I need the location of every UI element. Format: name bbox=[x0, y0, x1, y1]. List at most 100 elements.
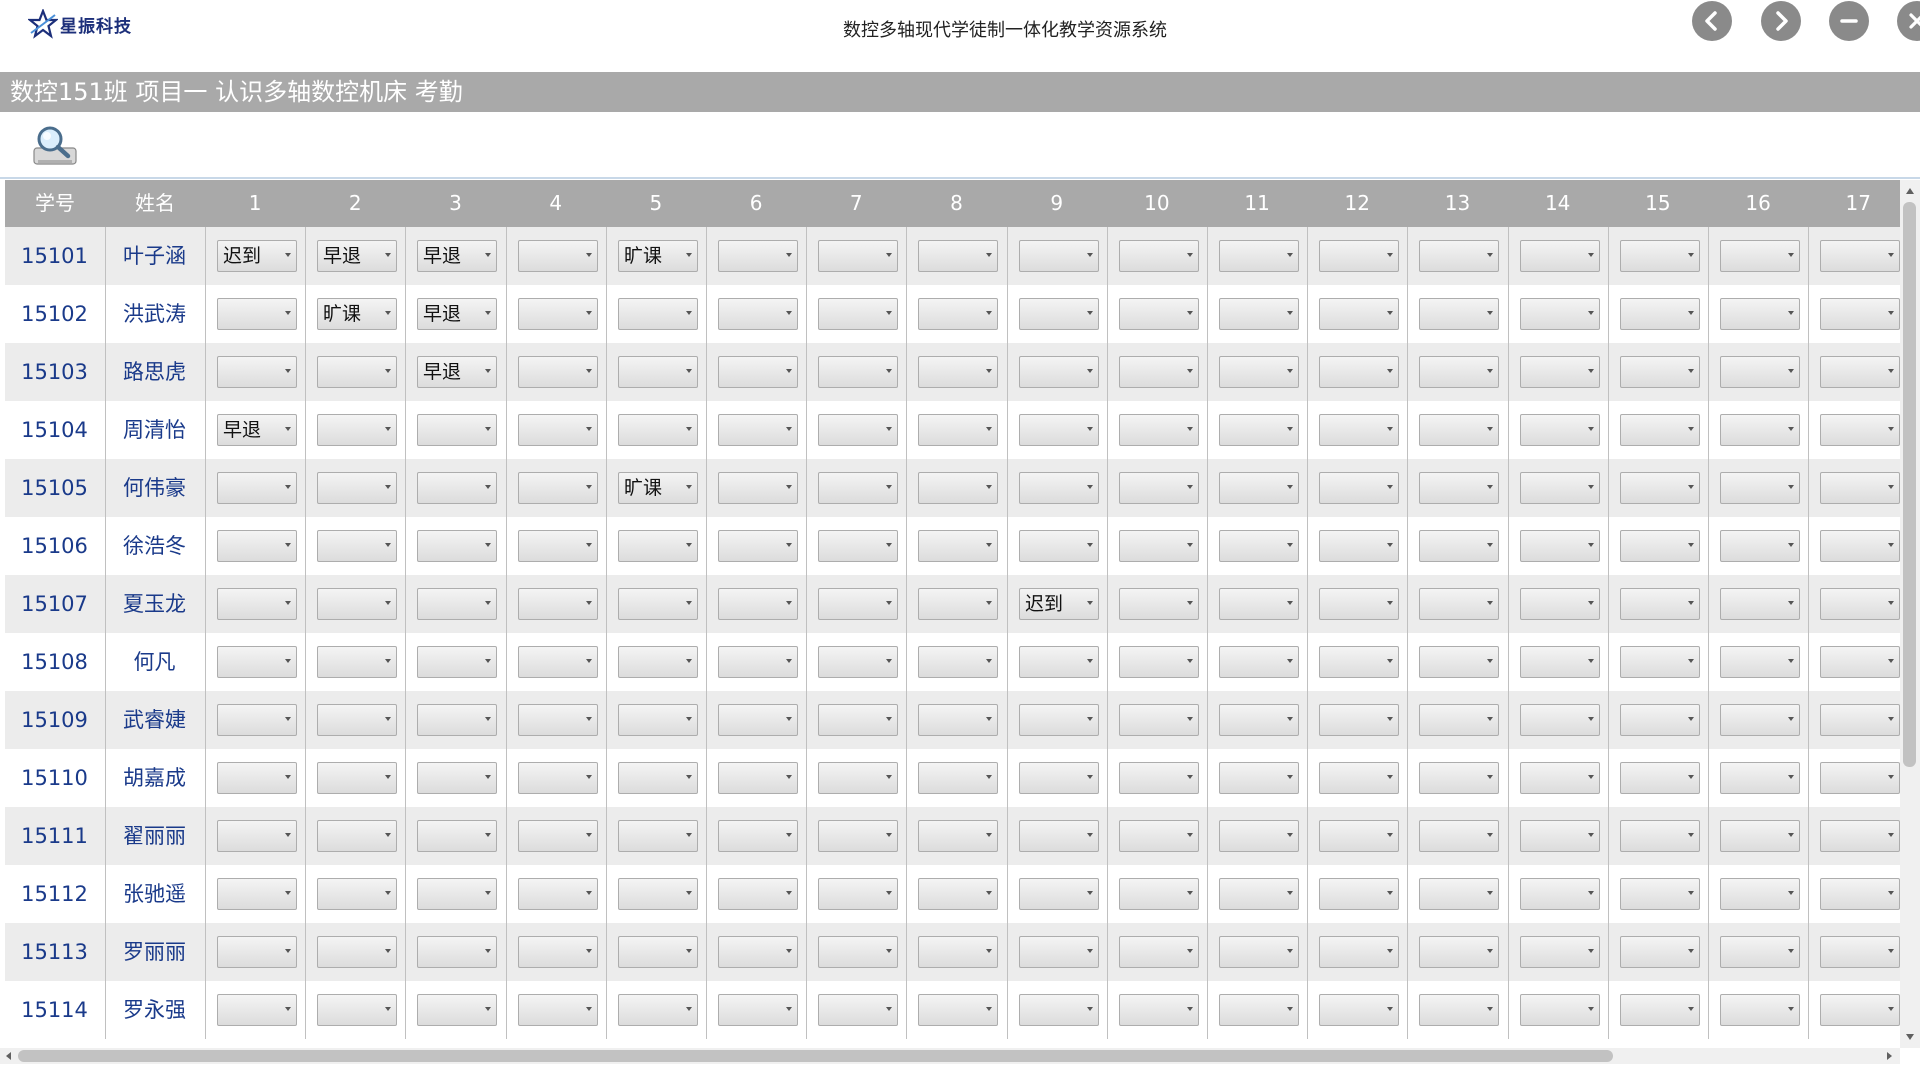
attendance-select[interactable] bbox=[317, 878, 397, 910]
attendance-select[interactable] bbox=[1319, 704, 1399, 736]
attendance-select[interactable] bbox=[618, 530, 698, 562]
attendance-select[interactable] bbox=[818, 646, 898, 678]
attendance-select[interactable] bbox=[1319, 298, 1399, 330]
attendance-select[interactable] bbox=[1820, 588, 1900, 620]
attendance-select[interactable] bbox=[1720, 878, 1800, 910]
horizontal-scroll-thumb[interactable] bbox=[18, 1050, 1613, 1062]
attendance-select[interactable] bbox=[1520, 820, 1600, 852]
attendance-select[interactable] bbox=[1319, 994, 1399, 1026]
attendance-select[interactable] bbox=[518, 414, 598, 446]
attendance-select[interactable] bbox=[1820, 936, 1900, 968]
attendance-select[interactable] bbox=[718, 762, 798, 794]
attendance-select[interactable] bbox=[1219, 820, 1299, 852]
attendance-select[interactable] bbox=[1219, 878, 1299, 910]
vertical-scrollbar[interactable] bbox=[1900, 180, 1920, 1048]
attendance-select[interactable] bbox=[618, 936, 698, 968]
attendance-select[interactable] bbox=[1620, 472, 1700, 504]
attendance-select[interactable] bbox=[317, 994, 397, 1026]
attendance-select[interactable] bbox=[1720, 356, 1800, 388]
attendance-select[interactable] bbox=[1419, 704, 1499, 736]
attendance-select[interactable] bbox=[1119, 472, 1199, 504]
attendance-select[interactable] bbox=[417, 472, 497, 504]
attendance-select[interactable] bbox=[1419, 994, 1499, 1026]
attendance-select[interactable] bbox=[1219, 588, 1299, 620]
attendance-select[interactable] bbox=[217, 356, 297, 388]
attendance-select[interactable] bbox=[1219, 704, 1299, 736]
attendance-select[interactable] bbox=[818, 240, 898, 272]
attendance-select[interactable] bbox=[1219, 240, 1299, 272]
attendance-select[interactable] bbox=[1520, 414, 1600, 446]
attendance-select[interactable] bbox=[1520, 994, 1600, 1026]
attendance-select[interactable] bbox=[818, 530, 898, 562]
attendance-select[interactable] bbox=[1319, 762, 1399, 794]
attendance-select[interactable] bbox=[1820, 704, 1900, 736]
attendance-select[interactable] bbox=[618, 704, 698, 736]
attendance-select[interactable] bbox=[718, 414, 798, 446]
attendance-select[interactable]: 旷课 bbox=[618, 240, 698, 272]
attendance-select[interactable] bbox=[417, 762, 497, 794]
attendance-select[interactable] bbox=[1820, 762, 1900, 794]
attendance-select[interactable] bbox=[1319, 414, 1399, 446]
attendance-select[interactable] bbox=[317, 820, 397, 852]
attendance-select[interactable] bbox=[1620, 588, 1700, 620]
attendance-select[interactable] bbox=[1019, 298, 1099, 330]
attendance-select[interactable] bbox=[217, 588, 297, 620]
attendance-select[interactable] bbox=[918, 588, 998, 620]
attendance-select[interactable] bbox=[217, 298, 297, 330]
attendance-select[interactable] bbox=[1119, 704, 1199, 736]
attendance-select[interactable] bbox=[317, 646, 397, 678]
attendance-select[interactable] bbox=[1720, 646, 1800, 678]
attendance-select[interactable] bbox=[818, 762, 898, 794]
attendance-select[interactable] bbox=[818, 356, 898, 388]
attendance-select[interactable]: 早退 bbox=[417, 240, 497, 272]
attendance-select[interactable] bbox=[1319, 588, 1399, 620]
attendance-select[interactable] bbox=[1419, 472, 1499, 504]
attendance-select[interactable] bbox=[217, 646, 297, 678]
attendance-select[interactable] bbox=[1520, 704, 1600, 736]
attendance-select[interactable] bbox=[317, 762, 397, 794]
attendance-select[interactable] bbox=[518, 356, 598, 388]
attendance-select[interactable] bbox=[1620, 240, 1700, 272]
attendance-select[interactable] bbox=[1419, 646, 1499, 678]
attendance-select[interactable] bbox=[918, 704, 998, 736]
attendance-select[interactable] bbox=[417, 414, 497, 446]
attendance-select[interactable] bbox=[818, 994, 898, 1026]
attendance-select[interactable]: 迟到 bbox=[1019, 588, 1099, 620]
attendance-select[interactable] bbox=[1820, 878, 1900, 910]
attendance-select[interactable] bbox=[1820, 414, 1900, 446]
attendance-select[interactable] bbox=[217, 762, 297, 794]
attendance-select[interactable] bbox=[818, 878, 898, 910]
attendance-select[interactable] bbox=[718, 472, 798, 504]
attendance-select[interactable] bbox=[1720, 530, 1800, 562]
attendance-select[interactable] bbox=[1119, 994, 1199, 1026]
attendance-select[interactable] bbox=[317, 936, 397, 968]
attendance-select[interactable] bbox=[718, 356, 798, 388]
attendance-select[interactable] bbox=[518, 994, 598, 1026]
attendance-select[interactable] bbox=[818, 414, 898, 446]
attendance-select[interactable] bbox=[1720, 588, 1800, 620]
back-button[interactable] bbox=[1692, 1, 1732, 41]
attendance-select[interactable] bbox=[1019, 356, 1099, 388]
attendance-select[interactable] bbox=[1419, 588, 1499, 620]
attendance-select[interactable] bbox=[317, 704, 397, 736]
attendance-select[interactable] bbox=[1219, 298, 1299, 330]
attendance-select[interactable] bbox=[918, 820, 998, 852]
attendance-select[interactable] bbox=[317, 356, 397, 388]
attendance-select[interactable] bbox=[1019, 530, 1099, 562]
attendance-select[interactable] bbox=[417, 704, 497, 736]
attendance-select[interactable] bbox=[1219, 936, 1299, 968]
attendance-select[interactable] bbox=[317, 588, 397, 620]
attendance-select[interactable] bbox=[518, 588, 598, 620]
attendance-select[interactable] bbox=[618, 298, 698, 330]
attendance-select[interactable] bbox=[818, 298, 898, 330]
attendance-select[interactable] bbox=[918, 762, 998, 794]
attendance-select[interactable] bbox=[618, 762, 698, 794]
attendance-select[interactable] bbox=[217, 530, 297, 562]
attendance-select[interactable] bbox=[1620, 414, 1700, 446]
horizontal-scrollbar[interactable] bbox=[0, 1048, 1900, 1064]
attendance-select[interactable] bbox=[1119, 878, 1199, 910]
attendance-select[interactable] bbox=[1520, 588, 1600, 620]
attendance-select[interactable] bbox=[1319, 530, 1399, 562]
attendance-select[interactable] bbox=[718, 646, 798, 678]
attendance-select[interactable] bbox=[518, 704, 598, 736]
